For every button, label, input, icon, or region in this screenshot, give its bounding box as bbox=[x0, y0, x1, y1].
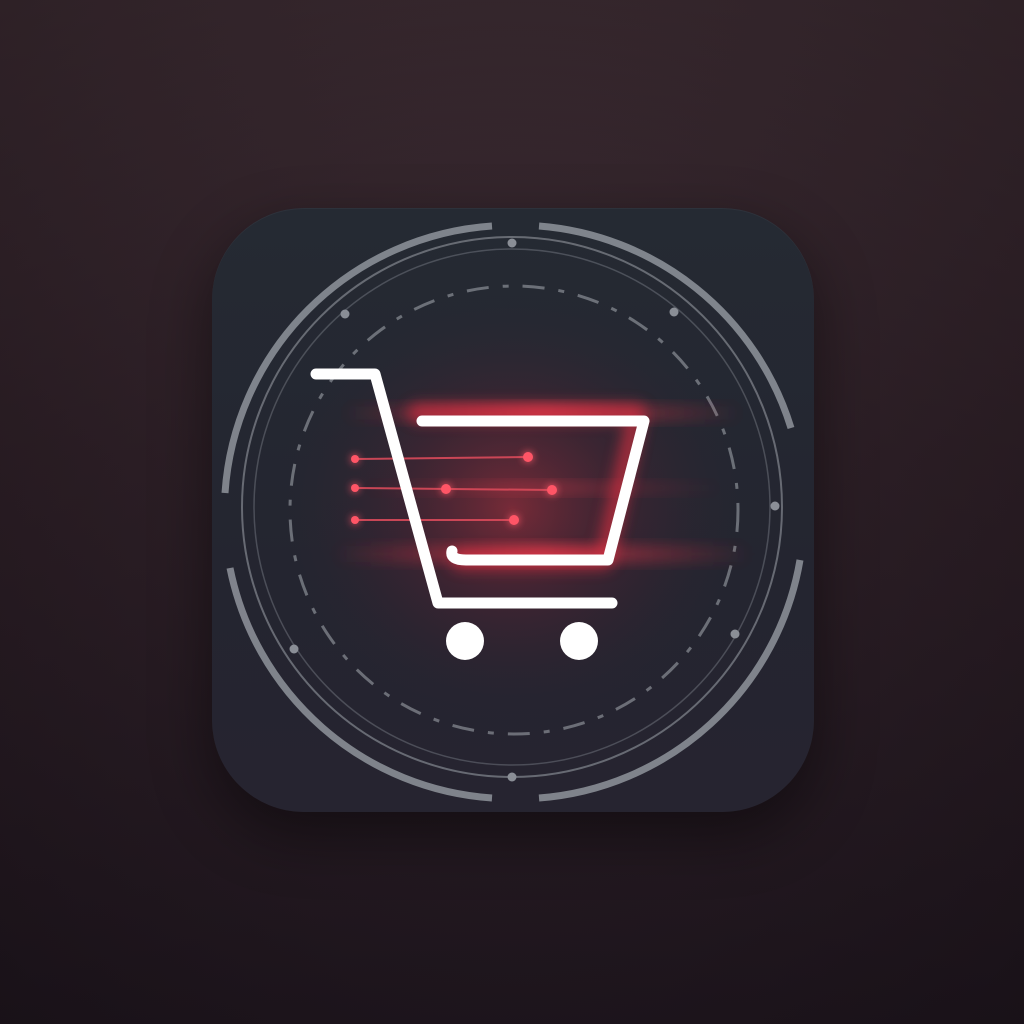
shopping-cart-icon bbox=[221, 222, 804, 802]
app-icon-tile[interactable] bbox=[212, 208, 814, 812]
center-glow bbox=[272, 288, 752, 728]
